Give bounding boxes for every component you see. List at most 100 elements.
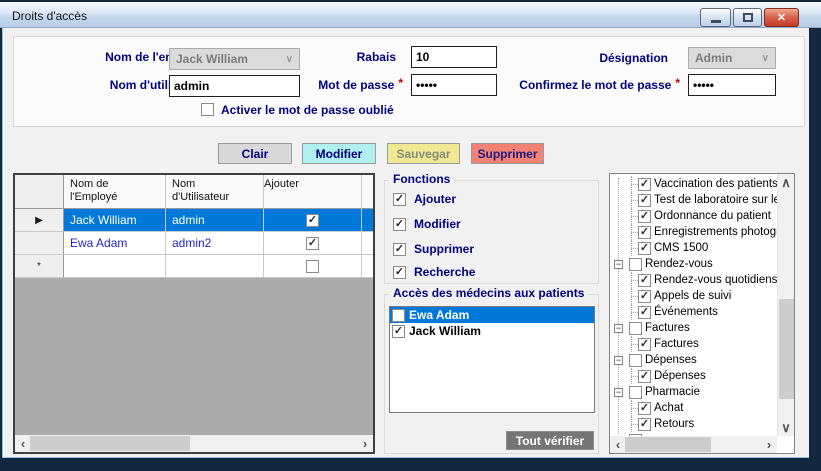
ajouter-checkbox[interactable] [306,237,319,250]
tree-item[interactable]: −Factures [610,320,777,336]
tree-item[interactable]: CMS 1500 [610,240,777,256]
checkbox[interactable] [638,290,651,303]
sauvegar-button[interactable]: Sauvegar [387,143,460,164]
tree-item[interactable]: Vaccination des patients [610,176,777,192]
designation-combobox[interactable]: Admin∨ [688,47,776,69]
checkbox[interactable] [638,210,651,223]
checkbox[interactable] [629,354,642,367]
checkbox[interactable] [629,322,642,335]
checkbox[interactable] [393,193,406,206]
checkbox[interactable] [638,338,651,351]
list-item[interactable]: Ewa Adam [390,307,594,323]
confirm-password-input[interactable] [688,74,776,96]
username-input[interactable] [169,75,300,97]
scroll-left-icon[interactable]: ‹ [15,435,31,452]
employee-combobox[interactable]: Jack William∨ [169,48,300,70]
minimize-button[interactable] [700,8,731,27]
password-input[interactable] [411,74,497,96]
fonction-modifier[interactable]: Modifier [393,217,461,231]
checkbox[interactable] [638,274,651,287]
grid-header-username[interactable]: Nom d'Utilisateur [166,175,264,209]
scrollbar-thumb[interactable] [779,299,794,399]
cell-employee[interactable]: Jack William [64,209,166,232]
check-all-button[interactable]: Tout vérifier [506,431,594,450]
checkbox[interactable] [392,325,405,338]
checkbox[interactable] [629,258,642,271]
tree-item[interactable]: −Rendez-vous [610,256,777,272]
tree-item[interactable]: Test de laboratoire sur les [610,192,777,208]
table-row-new[interactable]: * [15,255,373,278]
cell-ajouter[interactable] [264,209,362,232]
scroll-right-icon[interactable]: › [761,436,777,453]
list-item[interactable]: Jack William [390,323,594,339]
clair-button[interactable]: Clair [218,143,292,164]
grid-header-employee[interactable]: Nom de l'Employé [64,175,166,209]
fonction-supprimer[interactable]: Supprimer [393,242,474,256]
rabais-input[interactable] [411,46,497,68]
collapse-icon[interactable]: − [614,260,623,269]
cell-employee[interactable]: Ewa Adam [64,232,166,255]
table-row[interactable]: ▶ Ewa Adam admin2 [15,232,373,255]
collapse-icon[interactable]: − [614,436,623,437]
collapse-icon[interactable]: − [614,356,623,365]
tree-item[interactable]: −Dépenses [610,352,777,368]
cell-employee[interactable] [64,255,166,278]
checkbox[interactable] [638,402,651,415]
checkbox[interactable] [393,218,406,231]
grid-header-ajouter[interactable]: Ajouter [264,175,362,209]
fonction-recherche[interactable]: Recherche [393,265,475,279]
checkbox[interactable] [638,418,651,431]
cell-username[interactable]: admin2 [166,232,264,255]
checkbox[interactable] [638,370,651,383]
tree-item[interactable]: Ordonnance du patient [610,208,777,224]
tree-item[interactable]: Rendez-vous quotidiens [610,272,777,288]
checkbox[interactable] [629,434,642,437]
scroll-down-icon[interactable]: ∨ [778,419,794,436]
forgot-password-checkbox[interactable] [201,103,214,116]
checkbox[interactable] [638,242,651,255]
grid-corner-cell[interactable] [15,175,64,209]
tree-horizontal-scrollbar[interactable]: ‹ › [610,436,777,453]
tree-item[interactable]: Factures [610,336,777,352]
row-header-cell[interactable]: ▶ [15,209,64,232]
row-header-cell[interactable]: ▶ [15,232,64,255]
title-bar[interactable]: Droits d'accès [0,2,821,28]
cell-ajouter[interactable] [264,255,362,278]
checkbox[interactable] [638,178,651,191]
scroll-right-icon[interactable]: › [357,435,373,452]
checkbox[interactable] [629,386,642,399]
table-row[interactable]: ▶ Jack William admin [15,209,373,232]
cell-username[interactable]: admin [166,209,264,232]
tree-item[interactable]: Enregistrements photogra [610,224,777,240]
cell-ajouter[interactable] [264,232,362,255]
checkbox[interactable] [392,309,405,322]
scroll-up-icon[interactable]: ∧ [778,174,794,191]
ajouter-checkbox[interactable] [306,214,319,227]
row-header-cell[interactable]: * [15,255,64,278]
checkbox[interactable] [638,226,651,239]
maximize-button[interactable] [733,8,762,27]
checkbox[interactable] [638,194,651,207]
tree-item[interactable]: Retours [610,416,777,432]
collapse-icon[interactable]: − [614,324,623,333]
grid-horizontal-scrollbar[interactable]: ‹ › [15,435,373,452]
checkbox[interactable] [393,266,406,279]
tree-item[interactable]: Événements [610,304,777,320]
tree-item[interactable]: −Pharmacie [610,384,777,400]
tree-vertical-scrollbar[interactable]: ∧ ∨ [777,174,794,436]
close-button[interactable]: ✕ [764,8,799,27]
modifier-button[interactable]: Modifier [302,143,376,164]
scroll-left-icon[interactable]: ‹ [610,436,626,453]
checkbox[interactable] [393,243,406,256]
doctor-checked-listbox[interactable]: Ewa Adam Jack William [389,306,595,413]
cell-username[interactable] [166,255,264,278]
scrollbar-thumb[interactable] [625,437,711,452]
collapse-icon[interactable]: − [614,388,623,397]
tree-item[interactable]: Achat [610,400,777,416]
fonction-ajouter[interactable]: Ajouter [393,192,456,206]
supprimer-button[interactable]: Supprimer [471,143,544,164]
tree-item[interactable]: Dépenses [610,368,777,384]
checkbox[interactable] [638,306,651,319]
ajouter-checkbox[interactable] [306,260,319,273]
scrollbar-thumb[interactable] [30,436,190,451]
